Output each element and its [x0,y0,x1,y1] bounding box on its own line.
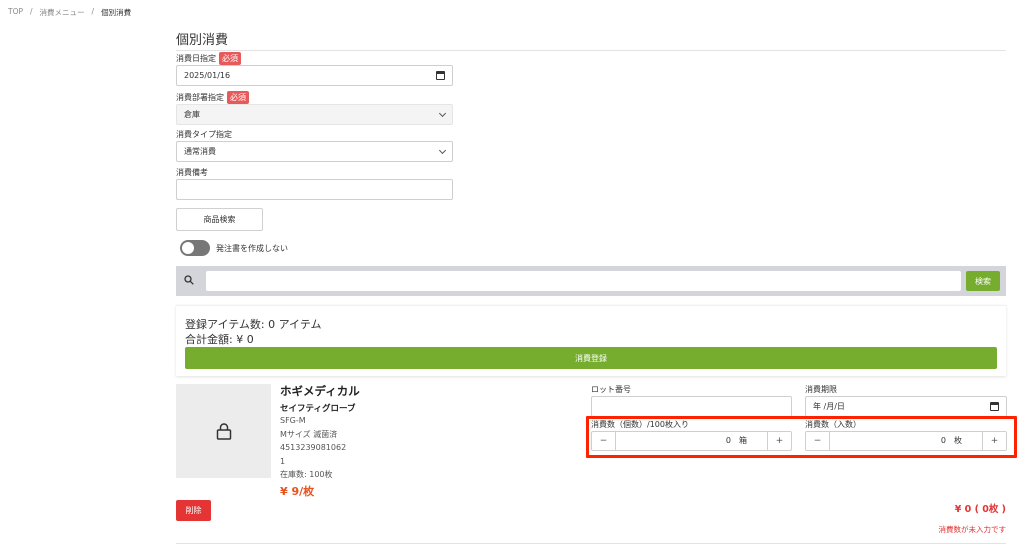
bottom-divider [176,543,1006,544]
department-select[interactable]: 倉庫 [176,104,453,125]
toggle-label: 発注書を作成しない [216,243,288,253]
product-stock: 在庫数: 100枚 [280,470,333,479]
date-value: 2025/01/16 [184,71,231,80]
type-value: 通常消費 [184,147,216,156]
breadcrumb-top[interactable]: TOP [8,7,23,18]
type-label-text: 消費タイプ指定 [176,130,232,139]
breadcrumb-separator: / [91,7,95,16]
product-code: SFG-M [280,416,306,425]
quantity-warning: 消費数が未入力です [938,525,1007,534]
product-image [176,384,271,478]
department-label-text: 消費部署指定 [176,93,224,102]
expiry-label: 消費期限 [805,385,837,394]
product-qty: 1 [280,456,286,466]
search-input[interactable] [206,271,961,291]
lock-icon [216,422,231,440]
delete-button[interactable]: 削除 [176,500,211,521]
breadcrumb-current: 個別消費 [101,8,132,17]
lot-number-field[interactable] [591,396,792,417]
note-label-text: 消費備考 [176,168,208,177]
department-label: 消費部署指定 必須 [176,91,249,104]
product-search-button[interactable]: 商品検索 [176,208,263,231]
date-field[interactable]: 2025/01/16 [176,65,453,86]
calendar-icon[interactable] [990,402,999,411]
register-consumption-button[interactable]: 消費登録 [185,347,997,369]
product-jan: 4513239081062 [280,443,347,452]
total-amount: 合計金額: ¥ 0 [185,333,254,346]
date-label: 消費日指定 必須 [176,52,241,65]
highlight-box [586,416,1017,458]
product-maker: ホギメディカル [280,384,360,398]
line-total: ¥ 0 ( 0枚 ) [954,504,1006,515]
product-spec: Mサイズ 滅菌済 [280,429,338,439]
product-price: ¥ 9/枚 [280,484,315,498]
search-button[interactable]: 検索 [966,271,1000,291]
summary-card: 登録アイテム数: 0 アイテム 合計金額: ¥ 0 消費登録 [176,305,1006,376]
registered-items-count: 登録アイテム数: 0 アイテム [185,318,322,331]
expiry-date-field[interactable]: 年 /月/日 [805,396,1007,417]
chevron-down-icon [438,146,447,154]
search-bar: 検索 [176,266,1006,296]
calendar-icon[interactable] [436,71,445,80]
department-value: 倉庫 [184,110,200,119]
search-icon [184,275,194,285]
product-info: ホギメディカル セイフティグローブ SFG-M Mサイズ 滅菌済 4513239… [280,383,360,499]
breadcrumb: TOP / 消費メニュー / 個別消費 [8,7,131,18]
chevron-down-icon [438,109,447,117]
no-purchase-order-toggle[interactable] [180,240,210,256]
expiry-placeholder: 年 /月/日 [813,402,845,411]
breadcrumb-consumption-menu[interactable]: 消費メニュー [40,7,85,18]
type-select[interactable]: 通常消費 [176,141,453,162]
date-label-text: 消費日指定 [176,54,216,63]
note-field[interactable] [176,179,453,200]
required-badge: 必須 [219,52,241,65]
required-badge: 必須 [227,91,249,104]
title-divider [176,50,1006,51]
product-name: セイフティグローブ [280,404,356,414]
no-purchase-order-toggle-row: 発注書を作成しない [180,240,288,256]
breadcrumb-separator: / [30,7,33,16]
lot-label: ロット番号 [591,385,631,394]
note-label: 消費備考 [176,167,208,178]
page-title: 個別消費 [176,33,229,48]
type-label: 消費タイプ指定 [176,129,232,140]
